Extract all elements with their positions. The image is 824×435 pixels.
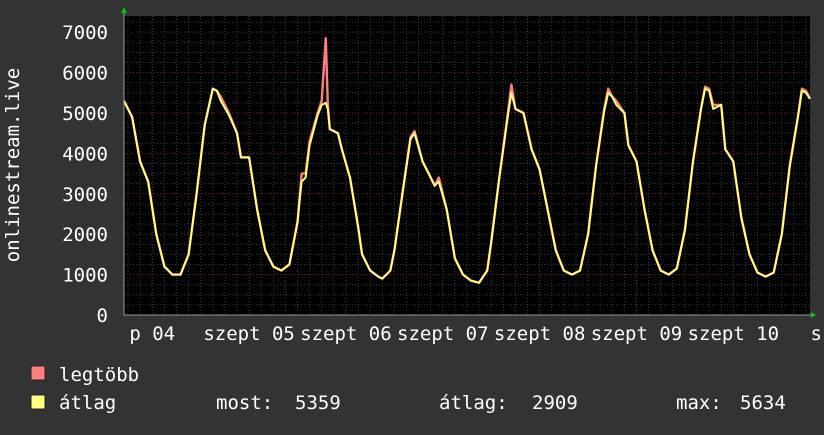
x-axis-arrow	[811, 312, 816, 318]
line-chart: 0 1000 2000 3000 4000 5000 6000 7000 p 04 szept …	[2, 7, 822, 414]
stat-average-value: 2909	[532, 392, 578, 414]
y-tick-label: 3000	[62, 184, 108, 206]
x-tick-label: s	[811, 323, 822, 345]
x-tick-label: szept 10	[688, 323, 780, 345]
stat-current-value: 5359	[295, 392, 341, 414]
x-tick-label: szept 09	[591, 323, 683, 345]
y-tick-label: 6000	[62, 63, 108, 85]
x-tick-label: szept 06	[300, 323, 392, 345]
legend-label-max: legtöbb	[59, 364, 139, 386]
y-tick-label: 0	[97, 305, 108, 327]
y-tick-label: 4000	[62, 143, 108, 165]
x-axis-ticks: p 04 szept 05 szept 06 szept 07 szept 08 szep…	[129, 323, 822, 345]
y-axis-label: onlinestream.live	[2, 68, 24, 262]
x-tick-label: szept 07	[397, 323, 489, 345]
y-tick-label: 7000	[62, 22, 108, 44]
y-axis-arrow	[121, 7, 127, 13]
legend-swatch-max	[30, 365, 46, 381]
x-tick-label: szept 05	[203, 323, 295, 345]
stat-average-label: átlag:	[439, 392, 508, 414]
legend-label-avg: átlag	[59, 392, 116, 414]
y-tick-label: 2000	[62, 224, 108, 246]
y-tick-label: 1000	[62, 265, 108, 287]
stat-current-label: most:	[216, 392, 273, 414]
legend-swatch-avg	[30, 394, 46, 410]
stat-max-label: max:	[676, 392, 722, 414]
x-tick-label: p 04	[129, 323, 175, 345]
x-tick-label: szept 08	[494, 323, 586, 345]
y-axis-ticks: 0 1000 2000 3000 4000 5000 6000 7000	[62, 22, 108, 327]
stat-max-value: 5634	[740, 392, 786, 414]
plot-area	[124, 16, 810, 315]
y-tick-label: 5000	[62, 103, 108, 125]
chart-window: 0 1000 2000 3000 4000 5000 6000 7000 p 04 szept …	[0, 0, 824, 430]
